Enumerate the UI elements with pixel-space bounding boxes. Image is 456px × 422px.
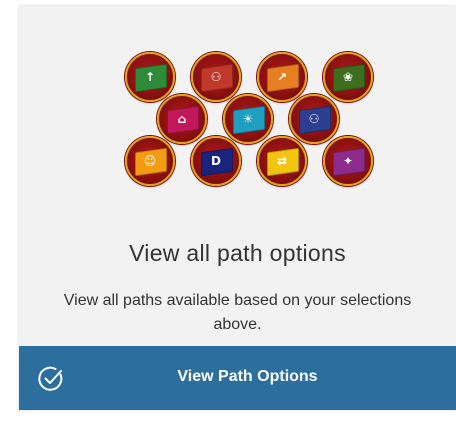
team-icon: ⚇ [308, 112, 320, 126]
masks-icon: ☺ [143, 154, 157, 168]
badge-handshake-icon: ✦ [323, 136, 373, 186]
badge-audience-icon: ⌂ [157, 94, 207, 144]
badge-d-letter-icon: D [191, 136, 241, 186]
card-description: View all paths available based on your s… [63, 292, 412, 333]
path-badges: ↑ ⚇ ↗ ❀ ⌂ ☀ ⚇ ☺ D ⇄ ✦ [19, 6, 456, 206]
microphone-icon: ↑ [144, 70, 156, 84]
path-options-card: ↑ ⚇ ↗ ❀ ⌂ ☀ ⚇ ☺ D ⇄ ✦ View all path opti… [19, 6, 456, 410]
d-letter-icon: D [211, 154, 221, 168]
handshake-icon: ✦ [342, 154, 354, 168]
telescope-icon: ↗ [276, 70, 288, 84]
crowd-icon: ❀ [342, 70, 354, 84]
badge-crowd-icon: ❀ [323, 52, 373, 102]
badge-telescope-icon: ↗ [257, 52, 307, 102]
view-path-options-button[interactable]: View Path Options [19, 346, 456, 410]
group-icon: ⚇ [210, 70, 222, 84]
arrows-icon: ⇄ [276, 154, 288, 168]
view-path-options-label: View Path Options [177, 368, 318, 385]
badge-arrows-icon: ⇄ [257, 136, 307, 186]
lightbulb-icon: ☀ [242, 112, 254, 126]
badge-group-icon: ⚇ [191, 52, 241, 102]
badge-masks-icon: ☺ [125, 136, 175, 186]
badge-team-icon: ⚇ [289, 94, 339, 144]
card-title: View all path options [129, 240, 346, 266]
badge-lightbulb-icon: ☀ [223, 94, 273, 144]
badge-microphone-icon: ↑ [125, 52, 175, 102]
audience-icon: ⌂ [177, 112, 187, 126]
